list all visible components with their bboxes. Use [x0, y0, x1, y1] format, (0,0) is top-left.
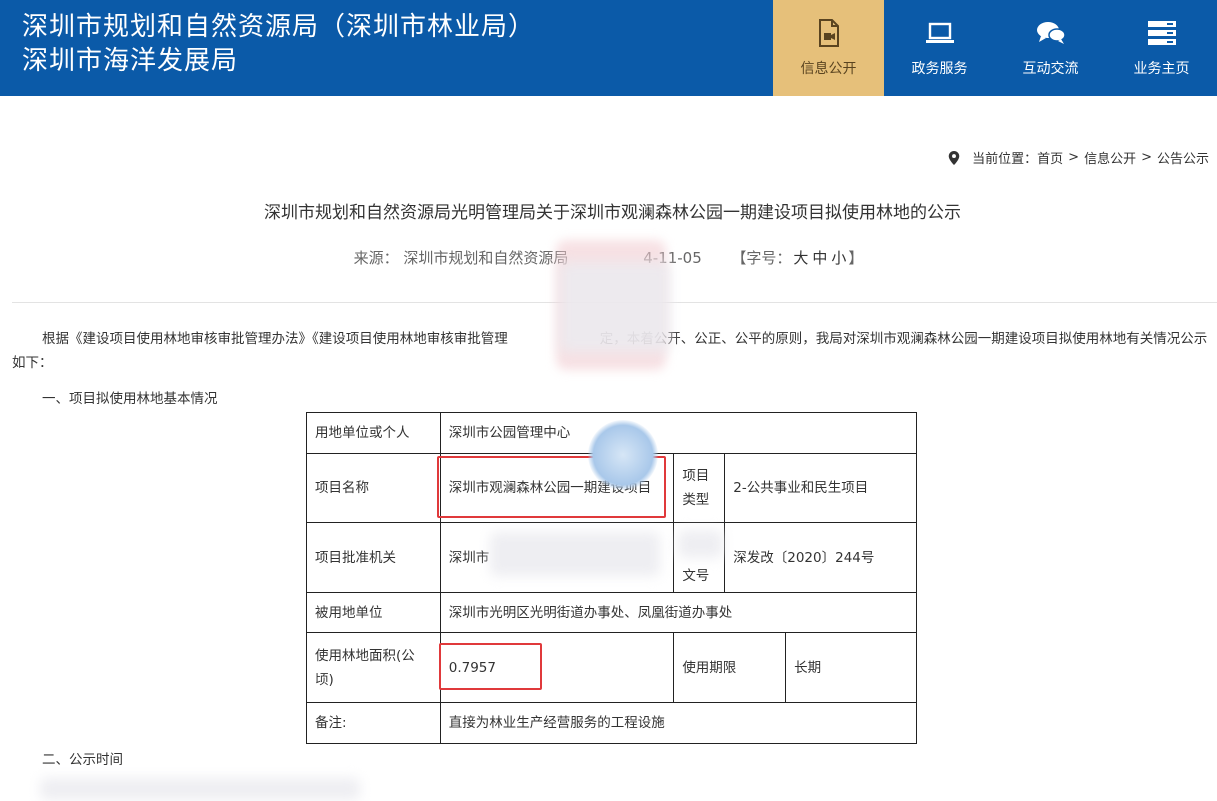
term-value: 长期 — [785, 632, 917, 703]
laptop-icon — [925, 18, 955, 48]
approval-doc-value: 深发改〔2020〕244号 — [724, 522, 917, 593]
nav-label-interaction: 互动交流 — [1022, 61, 1079, 77]
font-size-large-button[interactable]: 大 — [793, 249, 808, 267]
table-row: 备注: 直接为林业生产经营服务的工程设施 — [306, 702, 918, 744]
nav-item-interaction[interactable]: 互动交流 — [995, 0, 1106, 96]
font-size-medium-button[interactable]: 中 — [812, 249, 827, 267]
site-header: 深圳市规划和自然资源局（深圳市林业局） 深圳市海洋发展局 信息公开 政务服务 互… — [0, 0, 1217, 96]
font-size-close: 】 — [848, 249, 864, 267]
location-pin-icon — [948, 150, 960, 165]
remark-value: 直接为林业生产经营服务的工程设施 — [439, 702, 918, 744]
remark-label: 备注: — [306, 702, 441, 744]
document-video-icon — [814, 18, 844, 48]
breadcrumb-info-public[interactable]: 信息公开 — [1084, 148, 1136, 167]
project-type-value: 2-公共事业和民生项目 — [724, 453, 917, 523]
area-label: 使用林地面积(公顷) — [306, 632, 441, 703]
breadcrumb: 当前位置： 首页 > 信息公开 > 公告公示 — [948, 148, 1209, 167]
breadcrumb-prefix: 当前位置： — [972, 152, 1038, 167]
section-heading-2: 二、公示时间 — [42, 752, 123, 768]
site-title-line1: 深圳市规划和自然资源局（深圳市林业局） — [22, 12, 536, 42]
redaction-blur — [560, 262, 670, 352]
breadcrumb-announcements[interactable]: 公告公示 — [1157, 148, 1209, 167]
source-value: 深圳市规划和自然资源局 — [403, 249, 569, 267]
breadcrumb-separator: > — [1141, 150, 1152, 165]
site-title-line2: 深圳市海洋发展局 — [22, 46, 239, 76]
applicant-value: 深圳市公园管理中心 — [439, 412, 918, 454]
nav-item-business-home[interactable]: 业务主页 — [1106, 0, 1217, 96]
server-icon — [1147, 18, 1177, 48]
term-label: 使用期限 — [673, 632, 787, 703]
nav-label-business-home: 业务主页 — [1133, 61, 1190, 77]
land-unit-label: 被用地单位 — [306, 592, 441, 633]
redaction-blur — [40, 778, 360, 800]
table-row: 被用地单位 深圳市光明区光明街道办事处、凤凰街道办事处 — [306, 592, 918, 633]
approval-org-label: 项目批准机关 — [306, 522, 441, 593]
nav-item-gov-service[interactable]: 政务服务 — [884, 0, 995, 96]
project-type-label: 项目类型 — [673, 453, 726, 523]
applicant-label: 用地单位或个人 — [306, 412, 441, 454]
main-nav: 信息公开 政务服务 互动交流 业务主页 — [773, 0, 1217, 96]
project-name-label: 项目名称 — [306, 453, 441, 523]
font-size-label: 【字号： — [731, 249, 792, 267]
article-title: 深圳市规划和自然资源局光明管理局关于深圳市观澜森林公园一期建设项目拟使用林地的公… — [264, 203, 961, 223]
chat-bubbles-icon — [1036, 18, 1066, 48]
source-label: 来源： — [353, 249, 399, 267]
table-row: 使用林地面积(公顷) 0.7957 使用期限 长期 — [306, 632, 917, 703]
redaction-blur — [678, 530, 723, 558]
breadcrumb-home[interactable]: 首页 — [1037, 148, 1063, 167]
intro-text: 根据《建设项目使用林地审核审批管理办法》《建设项目使用林地审核审批管理 — [42, 331, 508, 347]
land-unit-value: 深圳市光明区光明街道办事处、凤凰街道办事处 — [439, 592, 918, 633]
site-title[interactable]: 深圳市规划和自然资源局（深圳市林业局） 深圳市海洋发展局 — [22, 10, 535, 78]
breadcrumb-separator: > — [1068, 150, 1080, 165]
nav-item-info-public[interactable]: 信息公开 — [773, 0, 884, 96]
redaction-blur — [490, 532, 660, 576]
highlight-box-area — [439, 643, 542, 690]
section-heading-1: 一、项目拟使用林地基本情况 — [42, 391, 218, 407]
nav-label-gov-service: 政务服务 — [911, 61, 968, 77]
nav-label-info-public: 信息公开 — [800, 61, 857, 77]
watermark-logo — [588, 420, 658, 490]
font-size-small-button[interactable]: 小 — [831, 249, 846, 267]
